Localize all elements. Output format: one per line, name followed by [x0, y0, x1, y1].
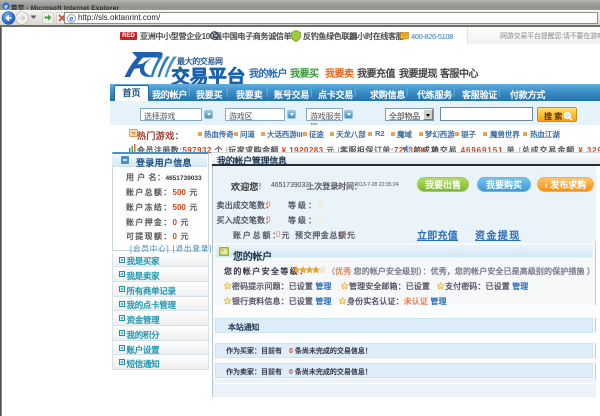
svg-text:e: e	[70, 16, 74, 23]
svg-text:C: C	[212, 33, 217, 40]
